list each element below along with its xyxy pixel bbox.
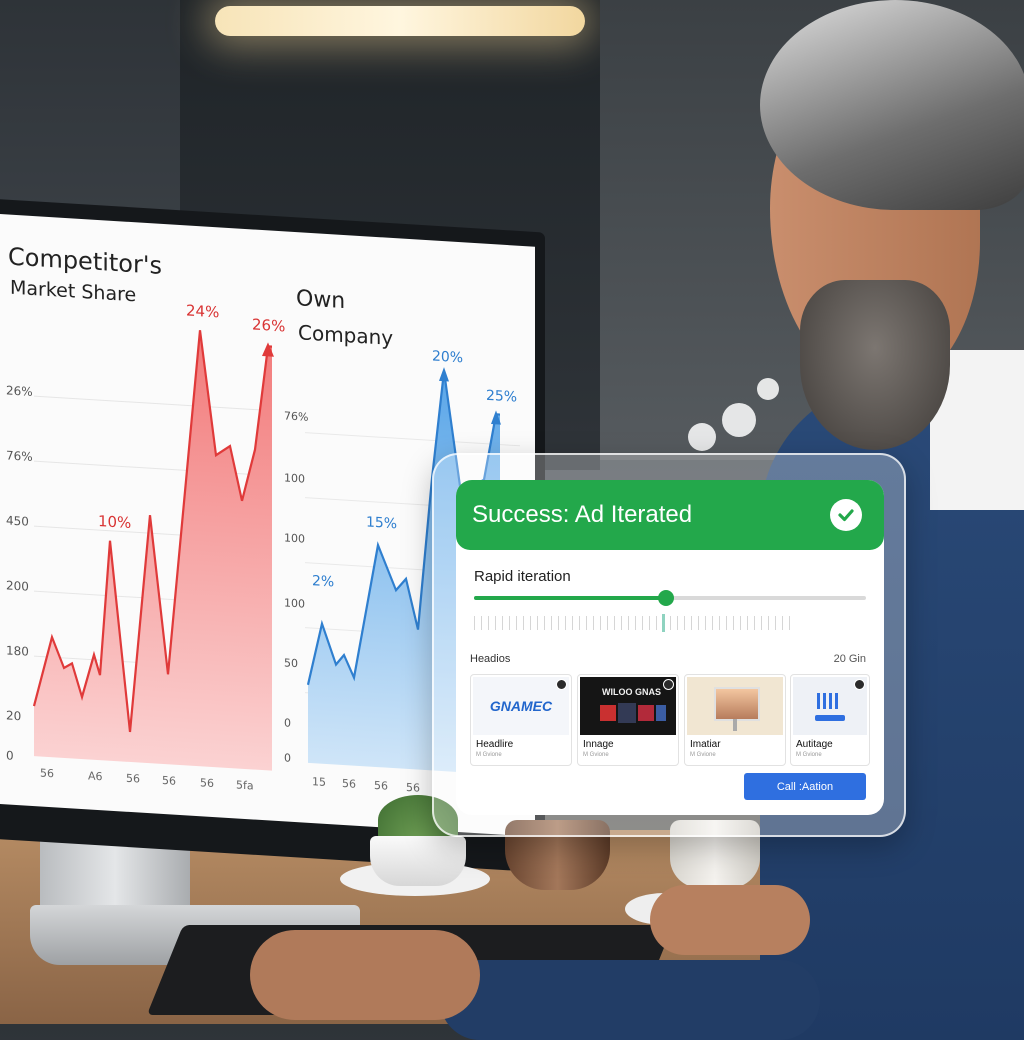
right-x-tick-label: 56: [374, 779, 388, 793]
person-right-hand: [650, 885, 810, 955]
tile-title: Headlire: [476, 739, 514, 750]
call-to-action-button[interactable]: Call :Aation: [744, 773, 866, 800]
tile-title: Imatiar: [690, 739, 721, 750]
tile-option-icon[interactable]: [556, 679, 567, 690]
left-y-tick-label: 450: [6, 513, 29, 528]
person-left-hand: [250, 930, 480, 1020]
section-count: 20 Gin: [833, 653, 866, 665]
slider-label: Rapid iteration: [474, 568, 571, 585]
tile-subtitle: M Gvione: [583, 752, 609, 758]
tile-subtitle: M Gvione: [796, 752, 822, 758]
right-gridline: [305, 432, 520, 447]
left-x-tick-label: 56: [162, 774, 176, 788]
thought-bubble-large: [688, 423, 716, 451]
left-x-tick-label: 56: [200, 776, 214, 790]
ceiling-light: [215, 6, 585, 36]
plant-pot: [370, 836, 466, 886]
right-x-tick-label: 56: [342, 777, 356, 791]
ad-variant-tile-image[interactable]: WILOO GNAS Innage M Gvione: [577, 674, 679, 766]
slider-fill: [474, 596, 667, 600]
own-company-peak-label: 15%: [366, 514, 397, 532]
success-banner: Success: Ad Iterated: [456, 480, 884, 550]
own-company-peak-label: 20%: [432, 348, 463, 366]
tile-title: Innage: [583, 739, 614, 750]
tile-banner-text: WILOO GNAS: [602, 687, 661, 697]
easel-icon: [714, 687, 760, 721]
tile-subtitle: M Gvione: [690, 752, 716, 758]
bar-chart-icon: [817, 693, 841, 709]
tile-image-dark: [618, 703, 636, 723]
right-chart-title-line1: Own: [296, 286, 346, 315]
mini-button: [815, 715, 845, 721]
ad-iteration-card: Success: Ad Iterated Rapid iteration Hea…: [456, 480, 884, 815]
own-company-peak-label: 25%: [486, 388, 517, 406]
right-y-tick-label: 50: [284, 656, 298, 670]
tile-logo-text: GNAMEC: [489, 698, 553, 714]
tile-image-red: [600, 705, 616, 721]
ad-variant-tile-autitage[interactable]: Autitage M Gvione: [790, 674, 870, 766]
own-company-peak-label: 2%: [312, 573, 334, 590]
person-hair: [760, 0, 1024, 210]
right-y-tick-label: 100: [284, 471, 305, 485]
right-y-tick-label: 0: [284, 716, 291, 729]
competitor-peak-label: 10%: [98, 512, 131, 532]
rapid-iteration-slider[interactable]: [474, 590, 866, 606]
easel-stand: [733, 719, 737, 731]
left-y-tick-label: 20: [6, 708, 21, 723]
ad-variant-tile-headline[interactable]: GNAMEC Headlire M Gvione: [470, 674, 572, 766]
tile-thumbnail: WILOO GNAS: [580, 677, 676, 735]
check-icon: [830, 499, 862, 531]
right-y-tick-label: 0: [284, 751, 291, 764]
left-y-tick-label: 0: [6, 748, 14, 762]
left-x-tick-label: 5fa: [236, 778, 254, 792]
thought-bubble-medium: [722, 403, 756, 437]
tile-title: Autitage: [796, 739, 833, 750]
tile-option-icon[interactable]: [854, 679, 865, 690]
competitor-peak-label: 24%: [186, 301, 219, 321]
tile-thumbnail: GNAMEC: [473, 677, 569, 735]
right-x-tick-label: 15: [312, 775, 326, 789]
slider-tick-marker: [662, 614, 665, 632]
right-y-tick-label: 76%: [284, 409, 308, 423]
section-label: Headios: [470, 653, 511, 665]
competitor-arrowhead: [262, 342, 274, 357]
tile-option-icon[interactable]: [663, 679, 674, 690]
left-x-tick-label: A6: [88, 769, 103, 783]
success-text: Success: Ad Iterated: [472, 501, 693, 528]
right-y-tick-label: 100: [284, 596, 305, 610]
right-x-tick-label: 56: [406, 781, 420, 795]
thought-bubble-small: [757, 378, 779, 400]
tile-image-crimson: [638, 705, 654, 721]
slider-ticks: [474, 616, 796, 630]
right-y-tick-label: 100: [284, 531, 305, 545]
left-y-tick-label: 200: [6, 578, 29, 593]
tile-subtitle: M Gvione: [476, 752, 502, 758]
ad-variant-tile-imatiar[interactable]: Imatiar M Gvione: [684, 674, 786, 766]
person-beard: [800, 280, 950, 450]
own-company-arrowhead-1: [439, 367, 449, 382]
tile-thumbnail: [687, 677, 783, 735]
left-y-tick-label: 26%: [6, 383, 33, 399]
left-x-tick-label: 56: [40, 766, 54, 780]
left-y-tick-label: 180: [6, 643, 29, 658]
left-x-tick-label: 56: [126, 772, 140, 786]
left-gridline: [34, 395, 272, 412]
person-sleeve: [440, 960, 820, 1040]
left-y-tick-label: 76%: [6, 448, 33, 464]
slider-thumb[interactable]: [658, 590, 675, 606]
tile-image-blue: [656, 705, 666, 721]
competitor-peak-label: 26%: [252, 315, 285, 335]
